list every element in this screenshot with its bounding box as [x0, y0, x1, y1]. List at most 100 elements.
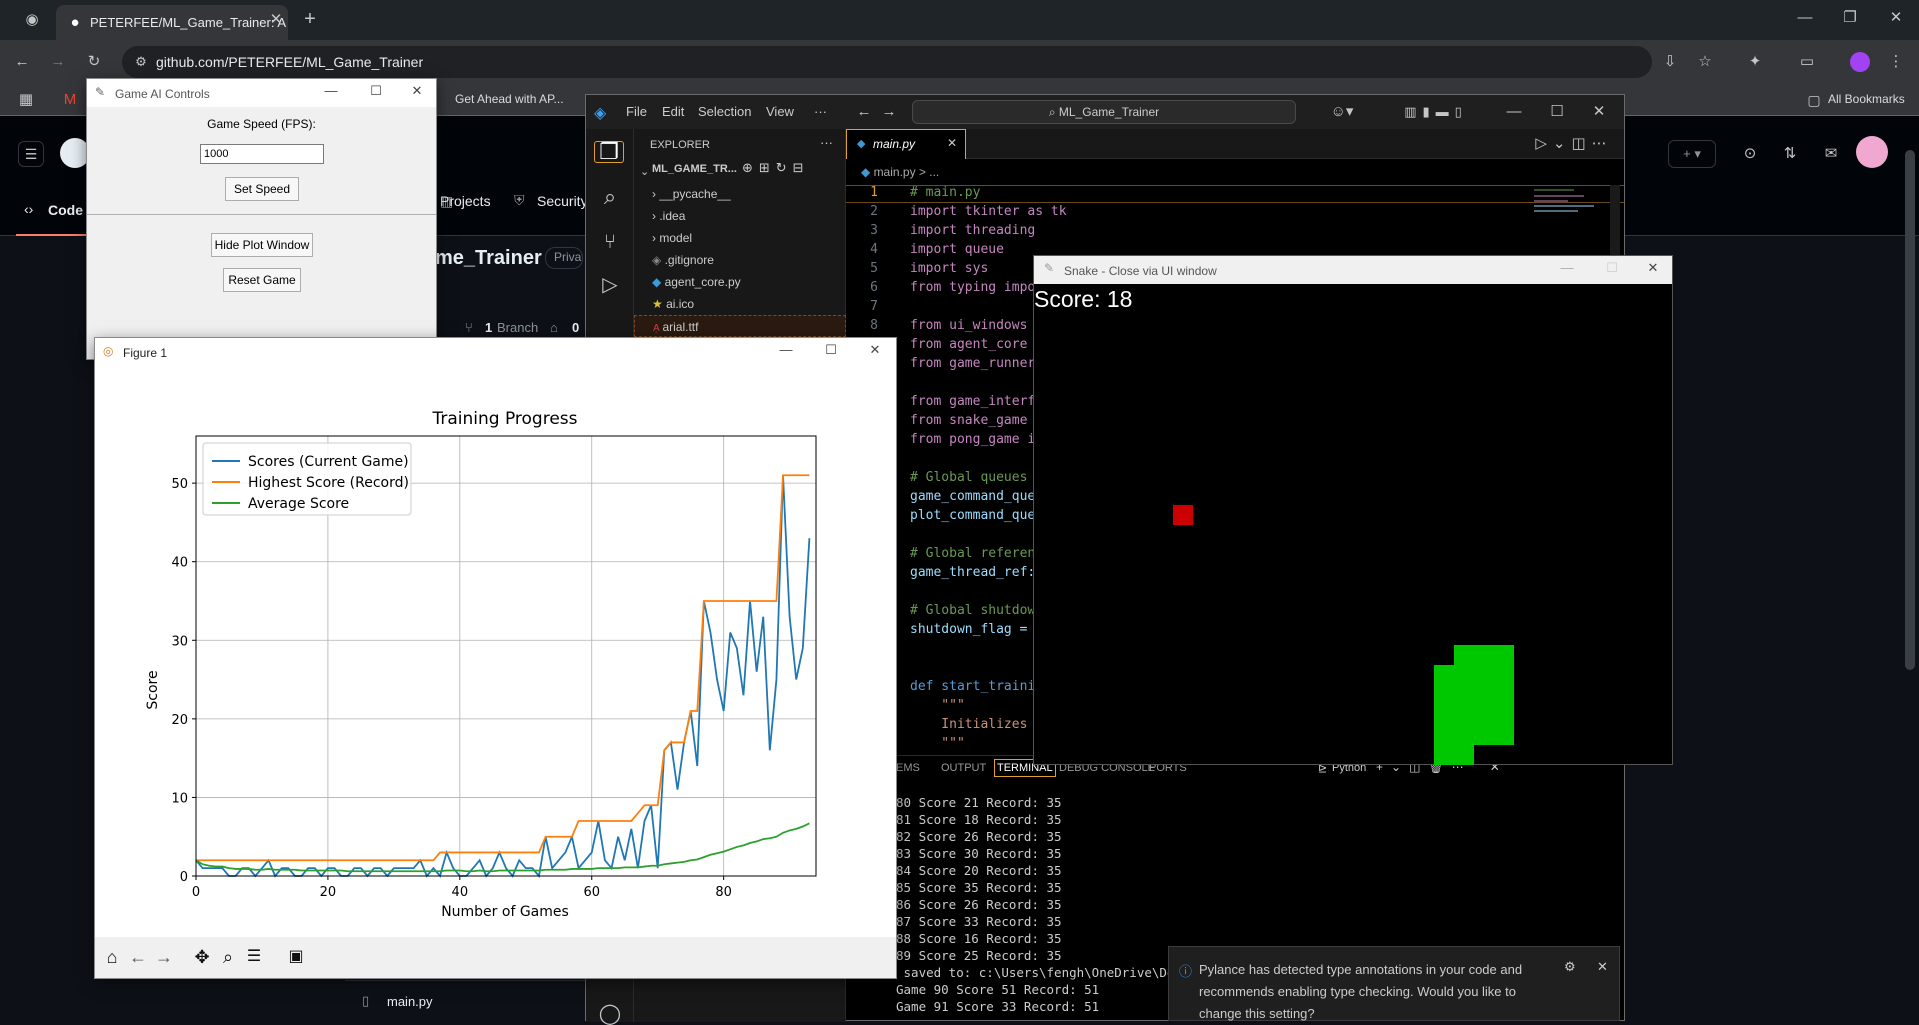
bookmark-item[interactable]: Get Ahead with AP... [455, 92, 564, 106]
pan-icon[interactable]: ✥ [191, 947, 213, 967]
bookmark-star-icon[interactable]: ☆ [1695, 52, 1715, 72]
inbox-icon[interactable]: ✉ [1821, 144, 1841, 164]
gmail-icon[interactable]: M [62, 90, 78, 110]
tab-code[interactable]: ‹› Code [16, 189, 86, 236]
maximize-icon[interactable]: ☐ [361, 83, 391, 103]
minimize-icon[interactable]: — [1795, 8, 1815, 28]
back-icon[interactable]: ← [127, 947, 149, 967]
url-field[interactable]: ⚙ github.com/PETERFEE/ML_Game_Trainer [122, 46, 1652, 78]
copilot-icon[interactable]: ☺▾ [1324, 102, 1360, 122]
extensions-icon[interactable]: ✦ [1745, 52, 1765, 72]
editor-actions[interactable]: ▷⌄◫⋯ [1534, 134, 1614, 154]
tags-count[interactable]: 0 [572, 320, 579, 335]
close-icon[interactable]: ✕ [1638, 260, 1668, 280]
speed-input[interactable] [200, 144, 324, 164]
explorer-icon[interactable]: ❐ [594, 141, 624, 163]
account-icon[interactable]: ◯ [596, 1004, 624, 1024]
snake-score: Score: 18 [1034, 286, 1133, 312]
menu-more[interactable]: ··· [814, 104, 827, 119]
home-icon[interactable]: ⌂ [101, 947, 123, 967]
layout-toggles[interactable]: ▥▮▬▯ [1386, 102, 1486, 122]
tag-icon: ⌂ [550, 320, 558, 335]
menu-selection[interactable]: Selection [698, 104, 751, 119]
reload-icon[interactable]: ↻ [84, 52, 104, 72]
browser-tab[interactable]: ● PETERFEE/ML_Game_Trainer: A [56, 5, 288, 40]
minimize-icon[interactable]: — [1552, 260, 1582, 280]
file-tree-item[interactable]: › model [634, 227, 846, 249]
all-bookmarks[interactable]: All Bookmarks [1828, 92, 1905, 106]
copilot-icon[interactable]: ⊙ [1740, 144, 1760, 164]
x-axis-label: Number of Games [441, 904, 569, 920]
page-scrollbar[interactable] [1905, 150, 1915, 670]
close-window-icon[interactable]: ✕ [1886, 8, 1906, 28]
hamburger-icon[interactable]: ☰ [18, 141, 44, 167]
gear-icon[interactable]: ⚙ [1564, 959, 1576, 975]
set-speed-button[interactable]: Set Speed [225, 177, 299, 201]
tab-problems[interactable]: EMS [896, 762, 920, 774]
minimize-icon[interactable]: — [316, 83, 346, 103]
apps-grid-icon[interactable]: ▦ [16, 90, 36, 110]
save-icon[interactable]: ▣ [285, 947, 307, 967]
zoom-icon[interactable]: ⌕ [217, 947, 239, 967]
maximize-icon[interactable]: ☐ [816, 342, 846, 362]
user-avatar[interactable] [1856, 136, 1888, 168]
close-icon[interactable]: ✕ [1589, 102, 1609, 122]
repo-name[interactable]: me_Trainer [435, 247, 542, 270]
file-tree-item[interactable]: A᷊ arial.ttf [634, 315, 846, 337]
tab-output[interactable]: OUTPUT [941, 762, 986, 774]
tab-security[interactable]: Security [537, 193, 588, 209]
menu-edit[interactable]: Edit [662, 104, 684, 119]
restore-icon[interactable]: ❐ [1840, 8, 1860, 28]
file-tree-item[interactable]: ◈ .gitignore [634, 249, 846, 271]
menu-file[interactable]: File [626, 104, 647, 119]
file-tree-item[interactable]: ★ ai.ico [634, 293, 846, 315]
project-root[interactable]: ML_GAME_TR... [652, 163, 737, 175]
file-tree-item[interactable]: › .idea [634, 205, 846, 227]
minimize-icon[interactable]: — [1504, 102, 1524, 122]
nav-back-icon[interactable]: ← [854, 102, 874, 122]
run-debug-icon[interactable]: ▷ [596, 275, 624, 295]
back-icon[interactable]: ← [12, 52, 32, 72]
minimize-icon[interactable]: — [771, 342, 801, 362]
close-icon[interactable]: ✕ [860, 342, 890, 362]
command-center[interactable]: ⌕ ML_Game_Trainer [912, 100, 1296, 124]
chevron-down-icon[interactable]: ⌄ [640, 165, 649, 178]
chrome-menu-icon[interactable]: ◉ [22, 10, 42, 30]
close-icon[interactable]: ✕ [1597, 959, 1608, 975]
install-app-icon[interactable]: ⇩ [1660, 52, 1680, 72]
forward-icon[interactable]: → [153, 947, 175, 967]
branch-label[interactable]: Branch [497, 320, 538, 335]
breadcrumb-text[interactable]: main.py > ... [874, 165, 940, 179]
chrome-kebab-icon[interactable]: ⋮ [1886, 52, 1906, 72]
pull-requests-icon[interactable]: ⇅ [1780, 144, 1800, 164]
hide-plot-button[interactable]: Hide Plot Window [211, 233, 313, 257]
search-icon[interactable]: ⌕ [596, 186, 624, 208]
site-info-icon[interactable]: ⚙ [132, 52, 150, 72]
create-new-button[interactable]: + ▾ [1668, 140, 1716, 168]
tab-main-py[interactable]: ◆ main.py ✕ [846, 129, 966, 159]
new-tab-icon[interactable]: + [300, 9, 320, 29]
explorer-actions[interactable]: ⊕⊞↻⊟ [742, 160, 810, 176]
close-tab-icon[interactable]: ✕ [268, 10, 284, 30]
file-row[interactable]: ▯ main.py [345, 980, 585, 1021]
side-panel-icon[interactable]: ▭ [1797, 52, 1817, 72]
reset-game-button[interactable]: Reset Game [223, 268, 301, 292]
file-tree-item[interactable]: ◆ agent_core.py [634, 271, 846, 293]
maximize-icon[interactable]: ☐ [1597, 260, 1627, 280]
file-row-name[interactable]: main.py [387, 994, 433, 1009]
branch-count[interactable]: 1 [485, 320, 492, 335]
subplots-icon[interactable]: ☰ [243, 947, 265, 967]
plot-titlebar: ◎ Figure 1 — ☐ ✕ [95, 338, 896, 368]
maximize-icon[interactable]: ☐ [1547, 102, 1567, 122]
explorer-more-icon[interactable]: ··· [820, 135, 833, 150]
tab-projects[interactable]: Projects [440, 193, 491, 209]
profile-avatar[interactable] [1850, 52, 1870, 72]
menu-view[interactable]: View [766, 104, 794, 119]
minimap[interactable] [1534, 185, 1604, 245]
forward-icon[interactable]: → [48, 52, 68, 72]
nav-forward-icon[interactable]: → [879, 102, 899, 122]
close-tab-icon[interactable]: ✕ [947, 136, 957, 150]
source-control-icon[interactable]: ⑂ [596, 232, 624, 252]
close-icon[interactable]: ✕ [402, 83, 432, 103]
file-tree-item[interactable]: › __pycache__ [634, 183, 846, 205]
